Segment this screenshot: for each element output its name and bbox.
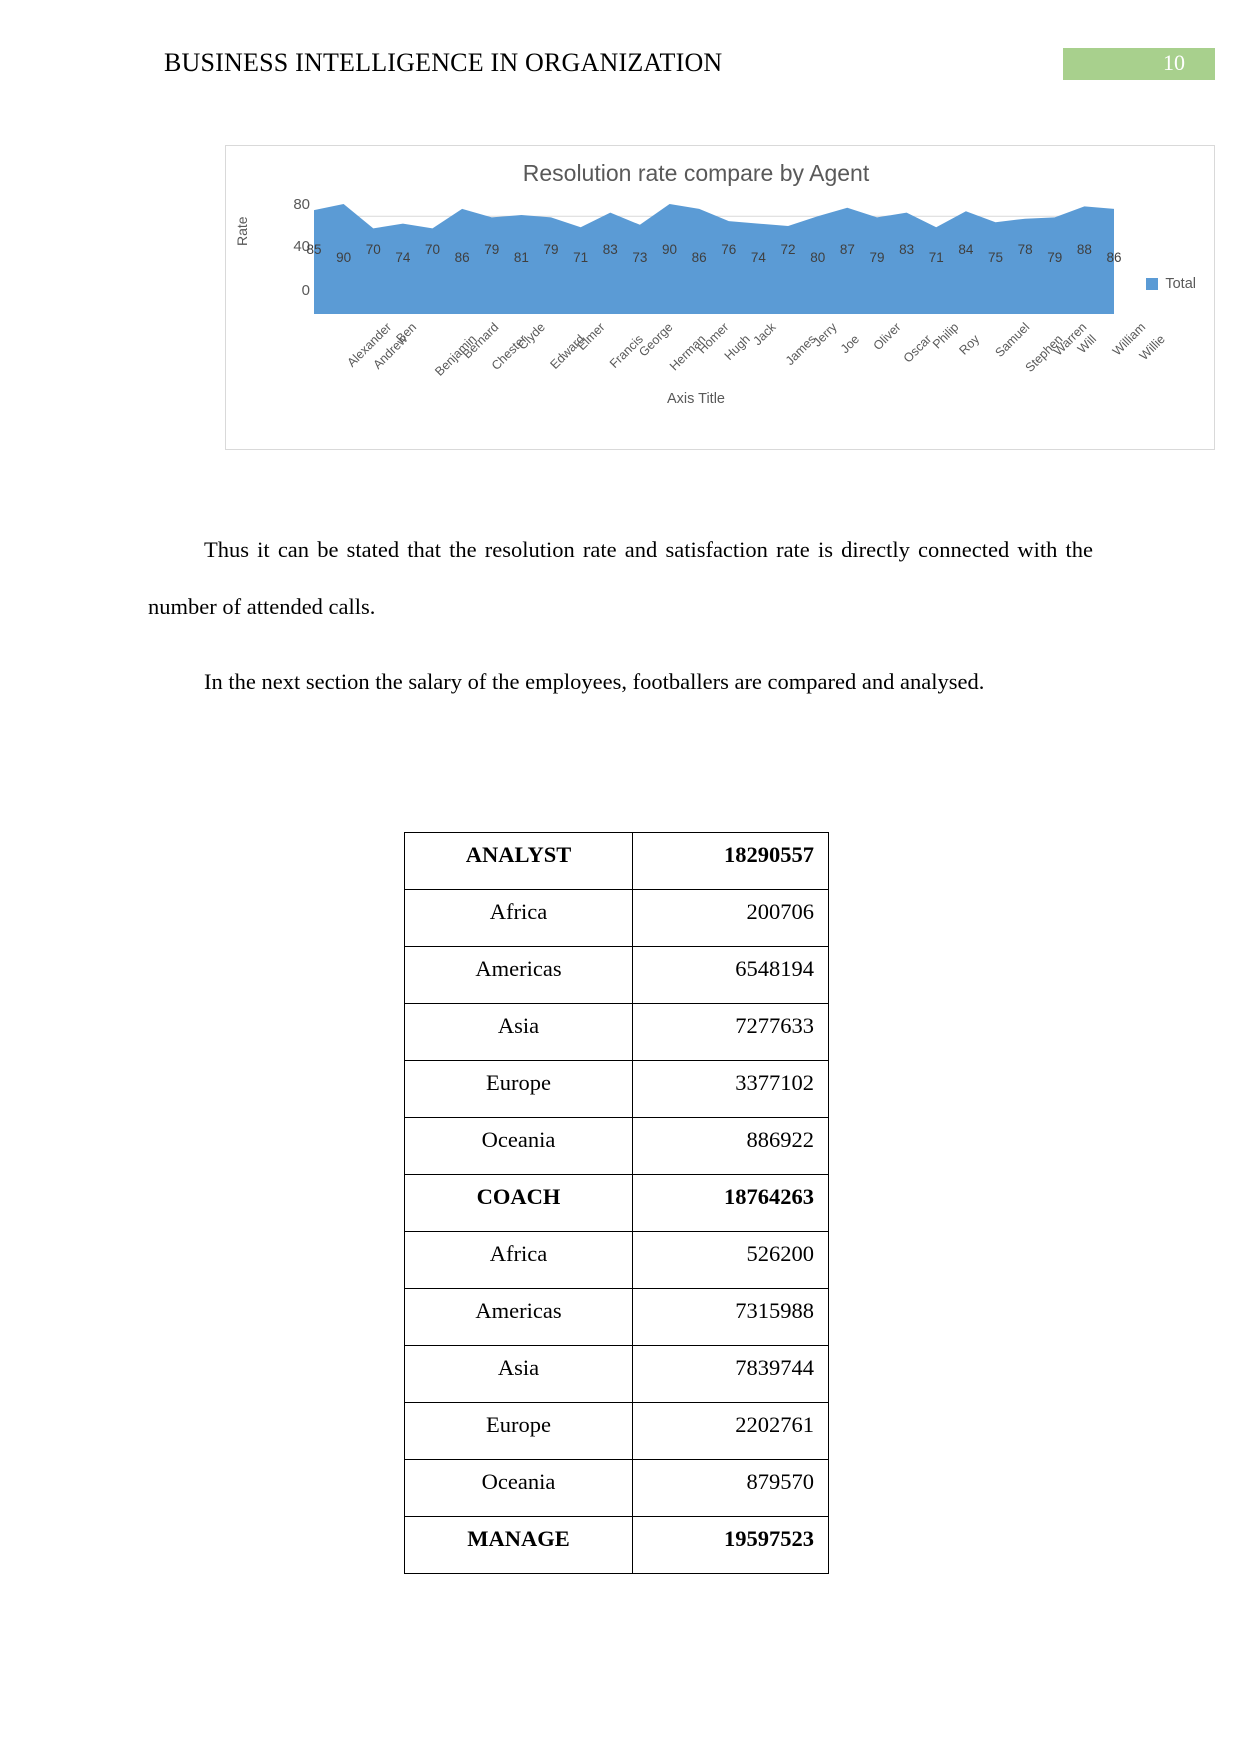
page-number: 10 [1163, 50, 1185, 75]
table-cell-region-value: 879570 [632, 1459, 829, 1517]
table-cell-region-value: 7315988 [632, 1288, 829, 1346]
data-label: 79 [869, 250, 885, 265]
table-cell-group-label: ANALYST [404, 832, 633, 890]
table-cell-region-label: Oceania [404, 1117, 633, 1175]
data-label: 83 [899, 242, 915, 257]
table-cell-region-label: Oceania [404, 1459, 633, 1517]
table-cell-group-value: 18290557 [632, 832, 829, 890]
table-row: Europe 3377102 [404, 1060, 829, 1118]
table-cell-region-value: 7277633 [632, 1003, 829, 1061]
data-label: 72 [780, 242, 796, 257]
data-label: 73 [632, 250, 648, 265]
paragraph-next-section: In the next section the salary of the em… [148, 653, 1093, 710]
chart-legend: Total [1146, 276, 1196, 292]
data-label: 74 [395, 250, 411, 265]
x-axis-category-label: Elmer [574, 320, 608, 353]
table-cell-region-value: 6548194 [632, 946, 829, 1004]
data-label: 80 [810, 250, 826, 265]
data-label: 85 [306, 242, 322, 257]
table-cell-region-label: Asia [404, 1345, 633, 1403]
table-row: Africa 526200 [404, 1231, 829, 1289]
data-label: 83 [602, 242, 618, 257]
legend-label-total: Total [1165, 276, 1196, 292]
data-label: 90 [662, 242, 678, 257]
table-cell-region-value: 886922 [632, 1117, 829, 1175]
table-cell-region-label: Americas [404, 946, 633, 1004]
chart-data-labels: 85 90 70 74 70 86 79 81 79 71 83 73 90 86 76 74 72 80 87 79… [306, 242, 1121, 268]
data-label: 90 [336, 250, 352, 265]
data-label: 88 [1076, 242, 1092, 257]
data-label: 79 [484, 242, 500, 257]
data-label: 75 [987, 250, 1003, 265]
table-cell-region-value: 7839744 [632, 1345, 829, 1403]
data-label: 79 [543, 242, 559, 257]
table-cell-region-label: Americas [404, 1288, 633, 1346]
chart-x-axis-categories: Alexander Andrew Ben Benjamin Bernard Chester… [314, 318, 1167, 388]
table-row: Oceania 879570 [404, 1459, 829, 1517]
table-row: COACH 18764263 [404, 1174, 829, 1232]
header-title: BUSINESS INTELLIGENCE IN ORGANIZATION [164, 48, 723, 77]
x-axis-category-label: Clyde [515, 320, 548, 353]
data-label: 71 [928, 250, 944, 265]
table-cell-region-label: Asia [404, 1003, 633, 1061]
table-cell-region-label: Africa [404, 889, 633, 947]
y-tick-0: 0 [301, 282, 310, 299]
table-cell-group-value: 19597523 [632, 1516, 829, 1574]
data-label: 79 [1047, 250, 1063, 265]
table-row: Asia 7277633 [404, 1003, 829, 1061]
data-label: 74 [750, 250, 766, 265]
table-row: Americas 7315988 [404, 1288, 829, 1346]
data-label: 70 [365, 242, 381, 257]
table-cell-region-value: 526200 [632, 1231, 829, 1289]
paragraph-1-text: Thus it can be stated that the resolutio… [148, 536, 1093, 619]
salary-summary-table: ANALYST 18290557 Africa 200706 Americas 65481… [404, 832, 829, 1574]
data-label: 86 [1106, 250, 1122, 265]
table-cell-group-label: COACH [404, 1174, 633, 1232]
y-tick-80: 80 [293, 196, 310, 213]
x-axis-category-label: Oliver [870, 320, 904, 353]
table-cell-group-label: MANAGE [404, 1516, 633, 1574]
chart-y-axis-ticks: 80 40 0 [278, 196, 310, 314]
paragraph-2-text: In the next section the salary of the em… [204, 668, 985, 694]
chart-container: Resolution rate compare by Agent Rate 80… [225, 145, 1215, 450]
data-label: 86 [691, 250, 707, 265]
data-label: 76 [721, 242, 737, 257]
table-cell-region-value: 200706 [632, 889, 829, 947]
x-axis-category-label: Jerry [810, 320, 840, 350]
data-label: 71 [573, 250, 589, 265]
data-label: 86 [454, 250, 470, 265]
table-cell-region-value: 2202761 [632, 1402, 829, 1460]
table-row: Europe 2202761 [404, 1402, 829, 1460]
table-row: Oceania 886922 [404, 1117, 829, 1175]
table-cell-region-label: Europe [404, 1060, 633, 1118]
data-label: 87 [839, 242, 855, 257]
table-row: MANAGE 19597523 [404, 1516, 829, 1574]
data-label: 70 [425, 242, 441, 257]
data-label: 78 [1017, 242, 1033, 257]
x-axis-category-label: Samuel [992, 320, 1033, 360]
table-row: Asia 7839744 [404, 1345, 829, 1403]
table-cell-region-value: 3377102 [632, 1060, 829, 1118]
table-row: ANALYST 18290557 [404, 832, 829, 890]
paragraph-resolution-rate: Thus it can be stated that the resolutio… [148, 521, 1093, 635]
chart-y-axis-title: Rate [234, 216, 250, 246]
table-cell-region-label: Africa [404, 1231, 633, 1289]
data-label: 81 [513, 250, 529, 265]
chart-title: Resolution rate compare by Agent [522, 160, 870, 186]
legend-swatch-total [1146, 278, 1159, 290]
table-row: Americas 6548194 [404, 946, 829, 1004]
x-axis-category-label: Joe [837, 332, 862, 357]
page-header: BUSINESS INTELLIGENCE IN ORGANIZATION 10 [0, 48, 1241, 92]
x-axis-category-label: Jack [750, 320, 779, 349]
x-axis-category-label: Hugh [721, 332, 753, 364]
x-axis-category-label: Roy [956, 332, 983, 358]
x-axis-category-label: Oscar [900, 332, 935, 366]
data-label: 84 [958, 242, 974, 257]
page-number-badge: 10 [1063, 48, 1215, 80]
chart-x-axis-title: Axis Title [666, 391, 725, 407]
table-row: Africa 200706 [404, 889, 829, 947]
table-cell-region-label: Europe [404, 1402, 633, 1460]
table-cell-group-value: 18764263 [632, 1174, 829, 1232]
